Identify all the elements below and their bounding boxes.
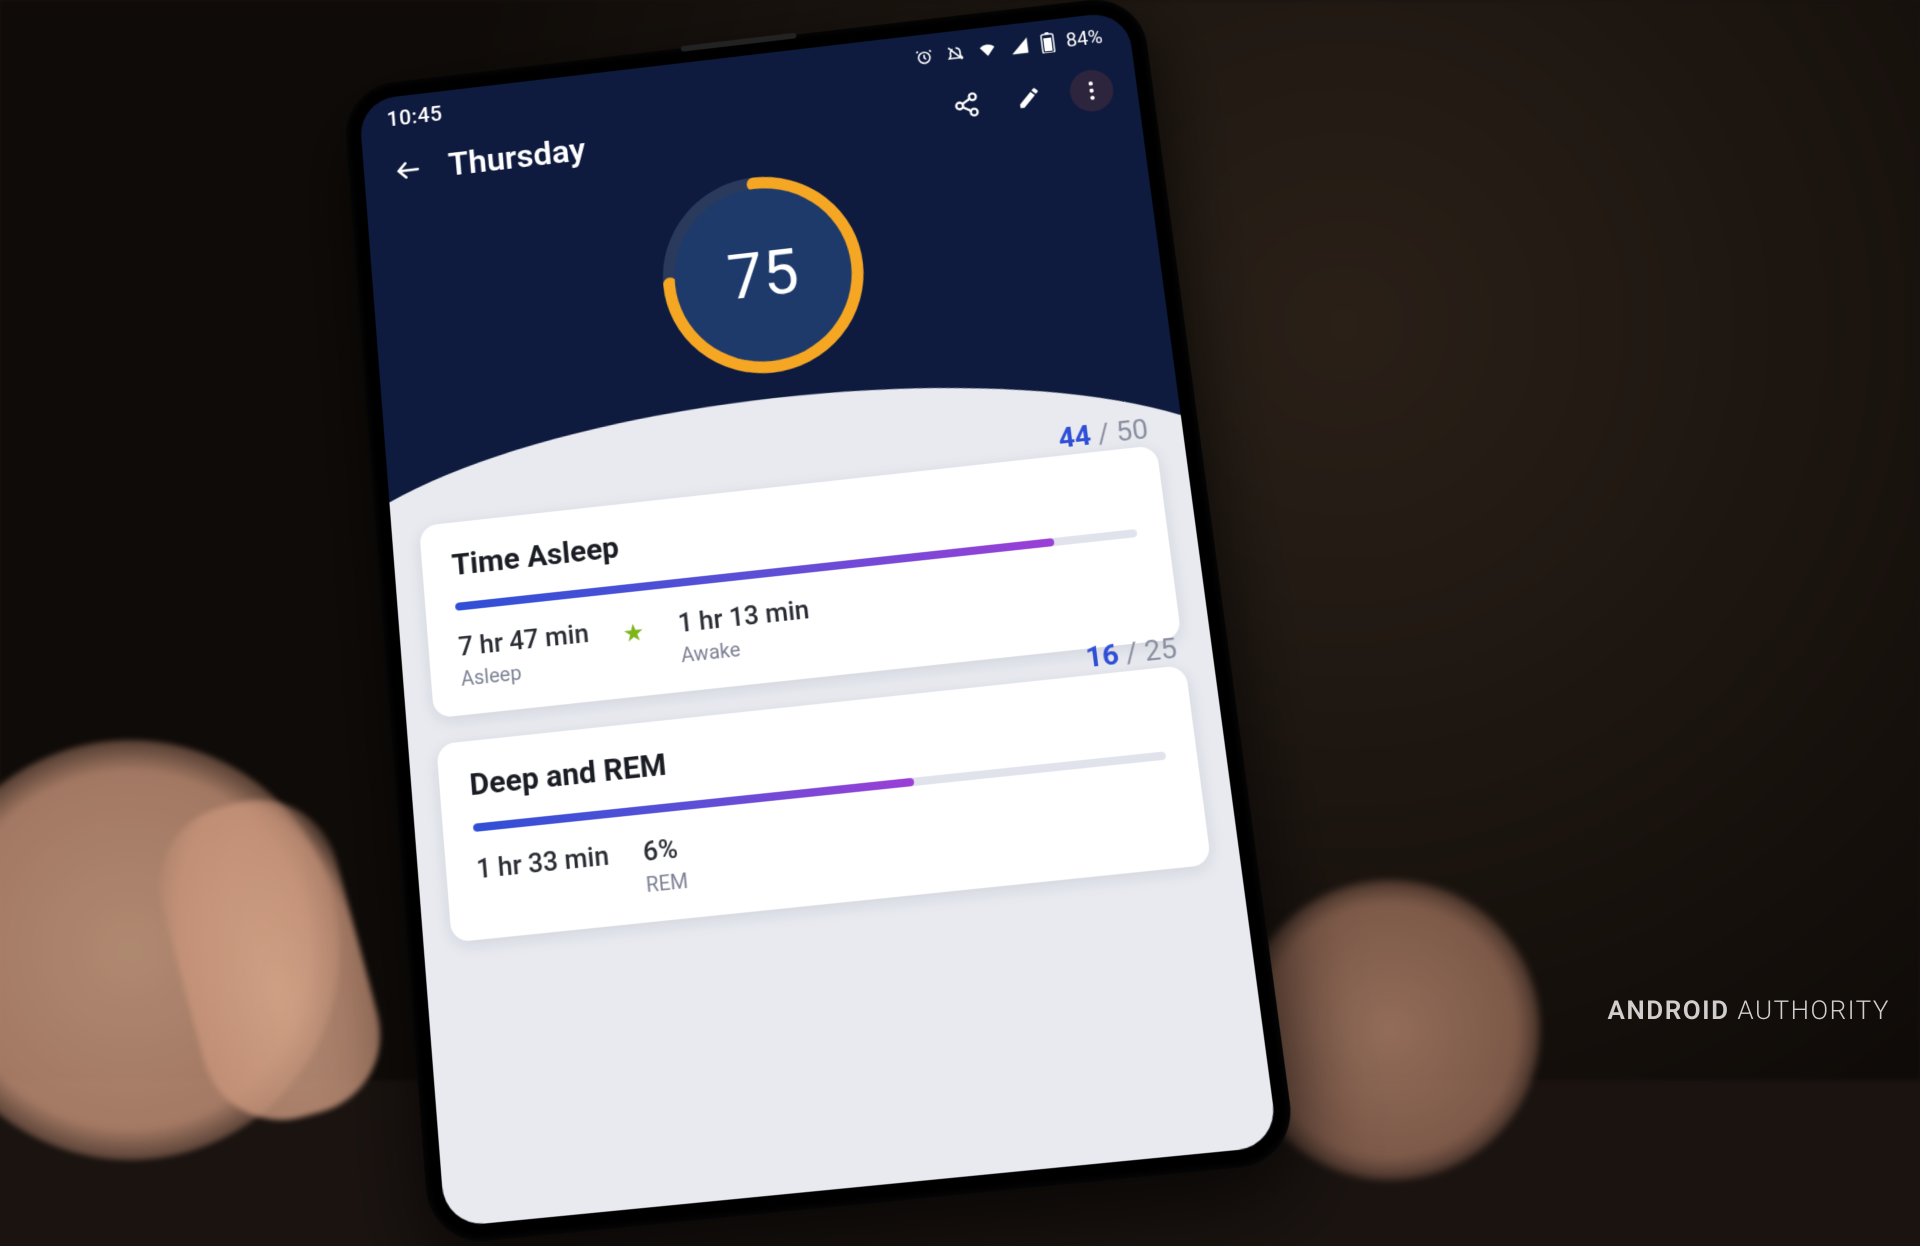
edit-button[interactable]	[1005, 75, 1053, 121]
signal-icon	[1008, 35, 1030, 56]
battery-icon	[1039, 32, 1055, 54]
awake-stat: 1 hr 13 min Awake	[676, 595, 813, 667]
back-button[interactable]	[386, 147, 431, 193]
wifi-icon	[975, 39, 999, 60]
time-asleep-score: 44 / 50	[1056, 412, 1150, 454]
share-button[interactable]	[943, 82, 991, 128]
card-deep-rem[interactable]: 16 / 25 Deep and REM 1 hr 33 min 6% REM	[436, 665, 1211, 942]
more-button[interactable]	[1067, 68, 1115, 114]
battery-percent: 84%	[1065, 25, 1104, 52]
watermark: ANDROID AUTHORITY	[1608, 996, 1890, 1026]
phone-device: 10:45	[342, 0, 1298, 1246]
content-sheet[interactable]: 44 / 50 Time Asleep 7 hr 47 min Asleep ★	[390, 422, 1279, 1227]
score-ring: 75	[645, 158, 882, 393]
rem-stat: 6% REM	[642, 833, 689, 897]
screen: 10:45	[358, 11, 1278, 1228]
star-icon: ★	[622, 618, 646, 648]
alarm-icon	[913, 47, 935, 68]
asleep-stat: 7 hr 47 min Asleep	[457, 619, 592, 691]
dnd-icon	[944, 43, 966, 64]
deep-stat: 1 hr 33 min	[475, 841, 610, 886]
status-time: 10:45	[386, 102, 443, 132]
